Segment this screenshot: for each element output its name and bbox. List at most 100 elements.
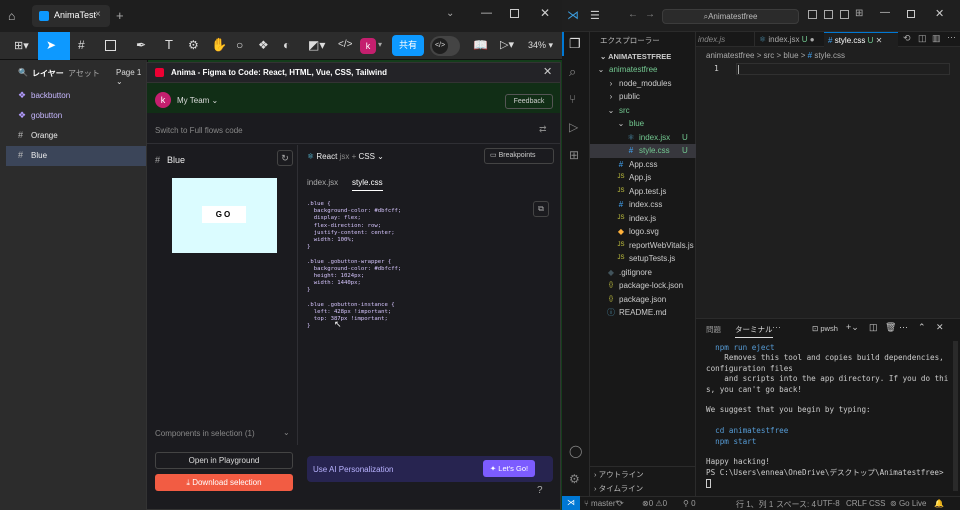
run-debug-icon[interactable]: ▷ [569, 120, 578, 134]
file-item[interactable]: JS reportWebVitals.js [590, 239, 696, 253]
outline-section[interactable]: › アウトライン [594, 469, 644, 480]
close-icon[interactable]: ✕ [543, 65, 552, 78]
maximize-icon[interactable] [907, 10, 915, 18]
component-tool-icon[interactable]: ❖ [258, 38, 269, 52]
file-item[interactable]: JS App.test.js [590, 185, 696, 199]
current-line-highlight[interactable] [736, 63, 950, 75]
lets-go-button[interactable]: ✦ Let's Go! [483, 460, 535, 477]
folder-item[interactable]: › public [590, 90, 696, 104]
back-icon[interactable]: ← [628, 9, 638, 20]
file-item[interactable]: {} package-lock.json [590, 279, 696, 293]
folder-item[interactable]: ⌄ animatestfree [590, 63, 696, 77]
go-live-button[interactable]: ⊚ Go Live [890, 499, 927, 508]
copy-icon[interactable]: ⧉ [533, 201, 549, 217]
search-icon[interactable]: ⌕ [569, 64, 576, 80]
notifications-icon[interactable]: 🔔 [934, 499, 944, 508]
more-tabs-icon[interactable]: ⋯ [772, 322, 781, 333]
layer-item[interactable]: # Orange [6, 126, 147, 146]
timeline-section[interactable]: › タイムライン [594, 483, 643, 494]
resources-icon[interactable]: ⚙ [188, 38, 199, 52]
file-item[interactable]: ⚛ index.jsx U [590, 131, 696, 145]
sync-icon[interactable]: ⟳ [617, 499, 624, 508]
ports-status[interactable]: ⚲ 0 [683, 499, 696, 508]
close-panel-icon[interactable]: ✕ [936, 322, 944, 333]
home-icon[interactable]: ⌂ [8, 9, 22, 23]
layout-icon[interactable]: ⊞ [855, 8, 863, 19]
page-selector[interactable]: Page 1 ⌄ [116, 68, 147, 86]
indentation[interactable]: スペース: 4 [776, 499, 816, 510]
open-playground-button[interactable]: Open in Playground [155, 452, 293, 469]
maximize-icon[interactable] [510, 9, 519, 18]
search-icon[interactable]: 🔍 [18, 68, 28, 77]
dev-mode-toggle[interactable]: </> [430, 36, 460, 56]
breadcrumb-item[interactable]: animatestfree [706, 51, 754, 60]
window-close-icon[interactable]: ✕ [540, 6, 550, 20]
editor-tab-index-js[interactable]: index.js [696, 32, 754, 47]
panel-tab-terminal[interactable]: ターミナル [735, 324, 773, 338]
minimize-icon[interactable]: — [880, 7, 890, 18]
file-item[interactable]: JS setupTests.js [590, 252, 696, 266]
folder-item[interactable]: ⌄ blue [590, 117, 696, 131]
refresh-icon[interactable]: ↻ [277, 150, 293, 166]
file-item[interactable]: ◆ logo.svg [590, 225, 696, 239]
new-terminal-icon[interactable]: +⌄ [846, 322, 859, 333]
file-item[interactable]: # index.css [590, 198, 696, 212]
layer-item[interactable]: ❖ gobutton [6, 106, 147, 126]
folder-item[interactable]: › node_modules [590, 77, 696, 91]
explorer-icon[interactable]: ❐ [569, 36, 581, 52]
toggle-panel-icon[interactable] [824, 10, 833, 19]
help-button[interactable]: ? [537, 485, 543, 496]
layer-item[interactable]: ❖ backbutton [6, 86, 147, 106]
terminal-scrollbar[interactable] [953, 341, 958, 491]
switch-flows-link[interactable]: Switch to Full flows code [155, 126, 243, 135]
file-item[interactable]: ⓘ README.md [590, 306, 696, 320]
branch-status[interactable]: ⑂ master* [584, 499, 619, 508]
language-mode[interactable]: CSS [869, 499, 885, 508]
code-tab-style[interactable]: style.css [352, 178, 383, 191]
terminal-output[interactable]: npm run eject Removes this tool and copi… [706, 343, 950, 489]
text-tool-icon[interactable]: T [165, 37, 173, 52]
account-icon[interactable]: ◯ [569, 444, 582, 458]
breadcrumb-item[interactable]: src [764, 51, 775, 60]
command-search[interactable]: ⌕Animatestfree [662, 9, 799, 24]
panel-tab-problems[interactable]: 問題 [706, 324, 721, 335]
settings-gear-icon[interactable]: ⚙ [569, 472, 580, 486]
split-terminal-icon[interactable]: ◫ [869, 322, 878, 333]
feedback-button[interactable]: Feedback [505, 94, 553, 109]
assets-tab[interactable]: アセット [68, 68, 100, 79]
workspace-root[interactable]: ⌄ ANIMATESTFREE [600, 52, 671, 61]
team-selector[interactable]: My Team ⌄ [177, 96, 218, 105]
split-editor-icon[interactable]: ◫ [918, 33, 927, 44]
minimize-icon[interactable]: — [481, 7, 492, 19]
code-tab-index[interactable]: index.jsx [307, 178, 338, 187]
trash-icon[interactable]: 🗑 [885, 322, 896, 333]
shape-tool-icon[interactable] [105, 40, 116, 51]
chevron-down-icon[interactable]: ▾ [378, 40, 382, 49]
forward-icon[interactable]: → [645, 9, 655, 20]
code-icon[interactable]: </> [338, 39, 352, 50]
close-icon[interactable]: ✕ [876, 36, 883, 45]
window-close-icon[interactable]: ✕ [935, 7, 944, 20]
split-right-icon[interactable]: ▥ [932, 33, 941, 44]
present-icon[interactable]: ▷▾ [500, 38, 514, 51]
toggle-sidebar-icon[interactable] [808, 10, 817, 19]
breadcrumb-item[interactable]: style.css [814, 51, 845, 60]
swap-icon[interactable]: ⇄ [539, 124, 547, 135]
share-button[interactable]: 共有 [392, 35, 424, 56]
framework-selector[interactable]: ⚛ React jsx + CSS ⌄ [307, 152, 384, 161]
team-avatar[interactable]: k [155, 92, 171, 108]
line-ending[interactable]: CRLF [846, 499, 867, 508]
file-item[interactable]: JS index.js [590, 212, 696, 226]
chevron-down-icon[interactable]: ⌄ [446, 8, 454, 19]
remote-icon[interactable]: ⋊ [562, 496, 580, 510]
more-actions-icon[interactable]: ⋯ [899, 322, 908, 333]
encoding[interactable]: UTF-8 [817, 499, 840, 508]
close-icon[interactable]: × [95, 9, 101, 20]
frame-tool-icon[interactable]: # [78, 38, 85, 52]
file-item[interactable]: # App.css [590, 158, 696, 172]
extensions-icon[interactable]: ⊞ [569, 148, 579, 162]
menu-icon[interactable]: ☰ [590, 9, 600, 22]
layer-item[interactable]: # Blue [6, 146, 147, 166]
file-item[interactable]: {} package.json [590, 293, 696, 307]
download-selection-button[interactable]: ⤓ Download selection [155, 474, 293, 491]
